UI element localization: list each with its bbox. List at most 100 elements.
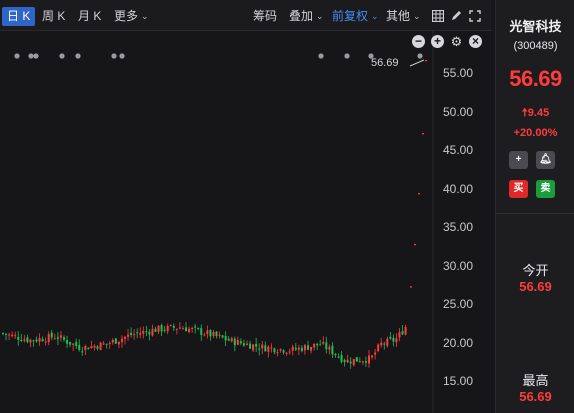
candle-body — [148, 331, 151, 335]
candle-body — [224, 335, 227, 341]
candle-body — [255, 343, 258, 347]
candle-body — [242, 343, 245, 346]
candle-body — [355, 357, 358, 362]
more-label: 更多 — [114, 9, 139, 23]
grid-icon[interactable] — [432, 10, 444, 22]
candle-body — [358, 361, 361, 363]
candle-body — [252, 344, 255, 351]
candle-body — [212, 331, 215, 336]
alert-button[interactable]: 🔔︎ — [536, 151, 555, 169]
tab-monthly-k[interactable]: 月 K — [78, 9, 101, 23]
candle-body — [395, 338, 398, 343]
candle-body — [328, 346, 331, 350]
candle-body — [72, 343, 75, 345]
sell-button[interactable]: 卖 — [536, 180, 555, 198]
candle-body — [29, 339, 32, 343]
pen-icon[interactable] — [450, 10, 462, 22]
candle-body — [96, 346, 99, 349]
chevron-down-icon: ⌄ — [413, 11, 421, 21]
candle-body — [47, 333, 50, 343]
add-watchlist-button[interactable]: + — [509, 151, 528, 169]
candle-body — [401, 331, 404, 335]
stock-change-pct: +20.00% — [513, 127, 558, 139]
candle-body — [364, 361, 367, 363]
candle-body — [392, 337, 395, 342]
kline-chart[interactable] — [0, 31, 492, 413]
candle-body — [215, 331, 218, 337]
y-tick-label: 25.00 — [443, 297, 474, 311]
candle-body — [303, 345, 306, 351]
candle-body — [270, 347, 273, 349]
more-dropdown[interactable]: 更多 ⌄ — [114, 9, 149, 24]
candle-body — [151, 328, 154, 336]
candle-body — [233, 338, 236, 346]
fullscreen-icon[interactable] — [469, 10, 481, 22]
candle-body — [191, 328, 194, 330]
other-dropdown[interactable]: 其他 ⌄ — [386, 9, 421, 24]
overlay-dropdown[interactable]: 叠加 ⌄ — [289, 9, 324, 24]
candle-body — [26, 337, 29, 342]
candle-body — [120, 338, 123, 343]
candle-body — [102, 343, 105, 345]
candle-body — [66, 340, 69, 344]
overlay-label: 叠加 — [289, 9, 314, 23]
tab-weekly-k[interactable]: 周 K — [42, 9, 65, 23]
candle-body — [99, 342, 102, 351]
candle-body — [294, 347, 297, 350]
event-marker — [344, 53, 350, 59]
zoom-in-icon[interactable]: + — [431, 35, 444, 48]
candle-body — [44, 341, 47, 343]
open-value: 56.69 — [519, 279, 552, 294]
y-tick-label: 40.00 — [443, 181, 474, 196]
candle-body — [285, 352, 288, 354]
candle-body — [389, 336, 392, 339]
candle-body — [368, 355, 370, 364]
candle-body — [361, 361, 364, 363]
y-tick-label: 30.00 — [443, 258, 474, 273]
adjust-dropdown[interactable]: 前复权 ⌄ — [332, 9, 379, 24]
chips-button[interactable]: 筹码 — [253, 9, 277, 23]
stock-price: 56.69 — [509, 66, 562, 91]
event-marker — [59, 53, 65, 59]
event-marker — [33, 53, 39, 59]
candle-body — [276, 352, 279, 354]
gear-icon[interactable]: ⚙ — [450, 35, 463, 48]
buy-button[interactable]: 买 — [509, 180, 528, 198]
candle-body — [340, 354, 343, 362]
candle-body — [20, 339, 23, 341]
y-tick-label: 45.00 — [443, 143, 474, 157]
candle-body — [5, 333, 8, 335]
candle-body — [108, 343, 111, 345]
open-label: 今开 — [522, 263, 549, 278]
candle-body — [160, 325, 163, 332]
candle-body — [41, 339, 44, 342]
event-marker — [28, 53, 34, 59]
candle-body — [81, 351, 84, 353]
candle-body — [249, 343, 252, 349]
tab-daily-k[interactable]: 日 K — [2, 7, 36, 26]
zoom-out-icon[interactable]: − — [412, 35, 425, 48]
candle-body — [154, 328, 157, 332]
candle-body — [404, 327, 407, 335]
candle-body — [218, 334, 221, 336]
candle-body — [56, 337, 59, 339]
candle-body — [188, 328, 191, 333]
candle-body — [105, 343, 108, 345]
candle-body — [69, 341, 72, 345]
candle-body — [181, 328, 184, 330]
candle-body — [346, 359, 349, 363]
y-tick-label: 35.00 — [443, 220, 474, 234]
high-value: 56.69 — [519, 389, 552, 404]
candle-body — [178, 327, 181, 329]
close-icon[interactable]: × — [469, 35, 482, 48]
candle-body — [230, 338, 233, 342]
y-tick-label: 20.00 — [443, 335, 474, 350]
y-tick-label: 15.00 — [443, 374, 474, 388]
candle-body — [279, 348, 282, 351]
candle-body — [288, 351, 291, 353]
candle-body — [319, 344, 322, 346]
other-label: 其他 — [386, 9, 411, 23]
candle-body — [93, 345, 96, 348]
stock-code: (300489) — [513, 40, 558, 52]
candle-body — [297, 347, 300, 350]
